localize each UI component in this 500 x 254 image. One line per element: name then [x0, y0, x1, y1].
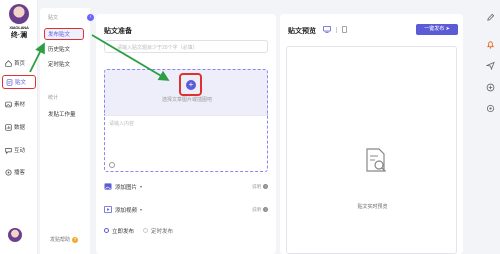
rail-item-interaction[interactable]: 互动 — [2, 143, 36, 157]
schedule-label: 定时发布 — [151, 228, 174, 235]
info-icon: ? — [263, 184, 268, 189]
submenu-section-stats: 统计 — [48, 95, 59, 101]
info-icon: ? — [263, 207, 268, 212]
brand-avatar — [9, 4, 29, 24]
rail-item-podcast[interactable]: 播客 — [2, 165, 36, 179]
video-icon — [104, 206, 112, 213]
user-avatar[interactable] — [8, 228, 22, 242]
chevron-down-icon: ▾ — [140, 184, 143, 189]
rail-item-label: 数据 — [14, 125, 26, 131]
post-help-link[interactable]: 发贴帮助 ? — [50, 236, 79, 243]
device-switch — [323, 26, 347, 33]
post-help-label: 发贴帮助 — [50, 237, 71, 243]
rail-item-label: 素材 — [14, 102, 26, 108]
rail-item-label: 互动 — [14, 148, 26, 154]
add-image-row[interactable]: 添加图片 ▾ 说明? — [104, 182, 268, 191]
add-video-label: 添加视频 — [115, 207, 138, 214]
post-editor-panel: 贴文准备 请输入贴文题目少于20个字（必填） + 选择文章图片或插图吧 请输入内… — [96, 14, 276, 254]
preview-title: 贴文预览 — [288, 28, 316, 35]
preview-canvas: 贴文实时预览 — [286, 46, 457, 254]
divider — [336, 26, 337, 33]
edit-icon[interactable] — [486, 13, 495, 22]
schedule-radio[interactable] — [143, 228, 149, 233]
rail-item-post[interactable]: 贴文 — [2, 75, 36, 89]
brand-logo: XIAOLANA 终·澜 — [3, 4, 35, 40]
notification-bell-icon[interactable] — [486, 40, 495, 49]
data-icon — [5, 123, 12, 131]
right-toolbar — [466, 0, 500, 254]
publish-now-radio[interactable] — [104, 228, 109, 233]
mobile-icon[interactable] — [342, 26, 347, 33]
left-nav-rail: XIAOLANA 终·澜 首页 贴文 素材 数据 互动 播客 — [0, 0, 38, 254]
desktop-icon[interactable] — [323, 26, 331, 33]
video-note[interactable]: 说明? — [252, 207, 268, 213]
add-image-plus-icon[interactable]: + — [186, 80, 196, 90]
submenu-item-scheduled-post[interactable]: 定时贴文 — [48, 60, 70, 68]
send-icon: ➤ — [445, 26, 450, 32]
home-icon — [5, 59, 12, 67]
rail-item-label: 首页 — [14, 61, 26, 67]
body-placeholder: 请输入内容 — [109, 121, 135, 127]
add-video-row[interactable]: 添加视频 ▾ 说明? — [104, 205, 268, 214]
upload-hint: 选择文章图片或插图吧 — [161, 97, 212, 103]
submenu-item-history-post[interactable]: 历史贴文 — [48, 45, 70, 53]
add-image-label: 添加图片 — [115, 184, 138, 191]
chat-icon — [5, 147, 12, 154]
post-preview-panel: 贴文预览 一键发布 ➤ 贴文实时预览 — [280, 14, 463, 254]
publish-now-label: 立即发布 — [112, 228, 135, 235]
rail-item-home[interactable]: 首页 — [2, 56, 36, 70]
settings-icon[interactable] — [486, 104, 495, 113]
chevron-down-icon: ▾ — [140, 207, 143, 212]
post-icon — [6, 78, 13, 86]
help-icon: ? — [72, 236, 79, 243]
note-label: 说明 — [252, 183, 261, 189]
rail-item-label: 贴文 — [15, 80, 27, 86]
image-icon — [104, 183, 112, 190]
one-click-publish-button[interactable]: 一键发布 ➤ — [416, 24, 458, 35]
publish-button-label: 一键发布 — [424, 26, 445, 32]
submenu-item-post-workload[interactable]: 发贴工作量 — [48, 110, 76, 118]
image-upload-area[interactable]: + 选择文章图片或插图吧 — [104, 69, 268, 115]
preview-empty-text: 贴文实时预览 — [357, 204, 388, 210]
submenu-section-post: 贴文 — [48, 15, 59, 21]
emoji-icon[interactable] — [109, 162, 115, 168]
podcast-icon — [5, 168, 12, 176]
document-search-icon — [366, 148, 386, 172]
post-title-input[interactable]: 请输入贴文题目少于20个字（必填） — [104, 40, 268, 53]
collapse-menu-icon[interactable]: ‹ — [87, 14, 94, 21]
upload-highlight-box: + — [179, 73, 202, 96]
post-body-input[interactable]: 请输入内容 — [104, 115, 268, 172]
note-label: 说明 — [252, 206, 261, 212]
image-icon — [5, 101, 12, 107]
add-circle-icon[interactable] — [486, 83, 495, 92]
image-note[interactable]: 说明? — [252, 184, 268, 190]
post-submenu: 贴文 发布贴文 历史贴文 定时贴文 统计 发贴工作量 — [40, 8, 90, 254]
rail-item-label: 播客 — [14, 170, 26, 176]
editor-title: 贴文准备 — [104, 28, 132, 35]
brand-name-cn: 终·澜 — [10, 32, 28, 39]
submenu-item-publish-post[interactable]: 发布贴文 — [44, 28, 84, 40]
rail-item-material[interactable]: 素材 — [2, 97, 36, 111]
publish-mode-row: 立即发布 定时发布 — [104, 226, 268, 235]
rail-item-data[interactable]: 数据 — [2, 120, 36, 134]
send-icon[interactable] — [486, 61, 495, 70]
